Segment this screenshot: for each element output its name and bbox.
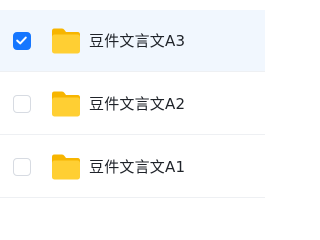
row-checkbox[interactable] [13,157,31,176]
row-checkbox[interactable] [13,94,31,113]
folder-icon [50,27,82,55]
folder-icon [50,153,82,181]
row-checkbox[interactable] [13,31,31,50]
file-list: 豆件文言文A3 豆件文言文A2 豆件文言文A1 [0,0,265,205]
checkmark-icon [16,36,27,44]
file-row[interactable]: 豆件文言文A3 [0,10,265,72]
file-row[interactable]: 豆件文言文A1 [0,136,265,198]
file-name[interactable]: 豆件文言文A2 [89,93,185,114]
file-name[interactable]: 豆件文言文A1 [89,156,185,177]
file-row[interactable]: 豆件文言文A2 [0,73,265,135]
file-name[interactable]: 豆件文言文A3 [89,30,185,51]
folder-icon [50,90,82,118]
